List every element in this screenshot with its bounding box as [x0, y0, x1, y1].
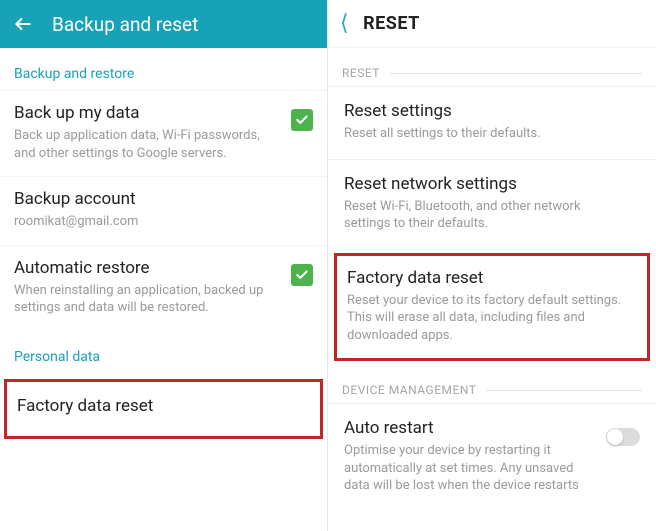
section-backup-restore: Backup and restore	[0, 48, 327, 90]
chevron-left-icon[interactable]: ⟨	[340, 11, 349, 36]
left-panel: Backup and reset Backup and restore Back…	[0, 0, 328, 531]
item-backup-account[interactable]: Backup account roomikat@gmail.com	[0, 176, 327, 245]
divider-line	[390, 73, 642, 74]
item-auto-restart[interactable]: Auto restart Optimise your device by res…	[328, 403, 656, 511]
right-panel: ⟨ RESET RESET Reset settings Reset all s…	[328, 0, 656, 531]
automatic-restore-checkbox[interactable]	[291, 264, 313, 286]
auto-restart-toggle[interactable]	[606, 428, 640, 446]
section-device-label: DEVICE MANAGEMENT	[342, 383, 476, 397]
reset-network-sub: Reset Wi-Fi, Bluetooth, and other networ…	[344, 198, 630, 233]
right-header: ⟨ RESET	[328, 0, 656, 48]
item-automatic-restore[interactable]: Automatic restore When reinstalling an a…	[0, 245, 327, 331]
divider-line	[486, 390, 642, 391]
automatic-restore-title: Automatic restore	[14, 258, 281, 278]
section-personal-data: Personal data	[0, 331, 327, 373]
auto-restart-title: Auto restart	[344, 418, 596, 438]
backup-account-title: Backup account	[14, 189, 303, 209]
back-arrow-icon[interactable]	[12, 13, 34, 35]
item-factory-data-reset-right[interactable]: Factory data reset Reset your device to …	[334, 253, 650, 362]
right-header-title: RESET	[363, 13, 420, 34]
reset-settings-sub: Reset all settings to their defaults.	[344, 125, 630, 143]
item-reset-network[interactable]: Reset network settings Reset Wi-Fi, Blue…	[328, 159, 656, 249]
factory-reset-right-sub: Reset your device to its factory default…	[347, 292, 637, 345]
item-reset-settings[interactable]: Reset settings Reset all settings to the…	[328, 86, 656, 159]
left-header: Backup and reset	[0, 0, 327, 48]
item-factory-data-reset-left[interactable]: Factory data reset	[4, 379, 323, 439]
section-reset: RESET	[328, 48, 656, 86]
backup-my-data-sub: Back up application data, Wi-Fi password…	[14, 127, 281, 162]
auto-restart-sub: Optimise your device by restarting it au…	[344, 442, 596, 495]
section-reset-label: RESET	[342, 66, 380, 80]
automatic-restore-sub: When reinstalling an application, backed…	[14, 282, 281, 317]
backup-my-data-checkbox[interactable]	[291, 109, 313, 131]
backup-my-data-title: Back up my data	[14, 103, 281, 123]
left-header-title: Backup and reset	[52, 13, 198, 36]
factory-reset-left-title: Factory data reset	[17, 396, 310, 416]
factory-reset-right-title: Factory data reset	[347, 268, 637, 288]
reset-settings-title: Reset settings	[344, 101, 630, 121]
reset-network-title: Reset network settings	[344, 174, 630, 194]
section-device-management: DEVICE MANAGEMENT	[328, 365, 656, 403]
item-backup-my-data[interactable]: Back up my data Back up application data…	[0, 90, 327, 176]
backup-account-sub: roomikat@gmail.com	[14, 213, 303, 231]
